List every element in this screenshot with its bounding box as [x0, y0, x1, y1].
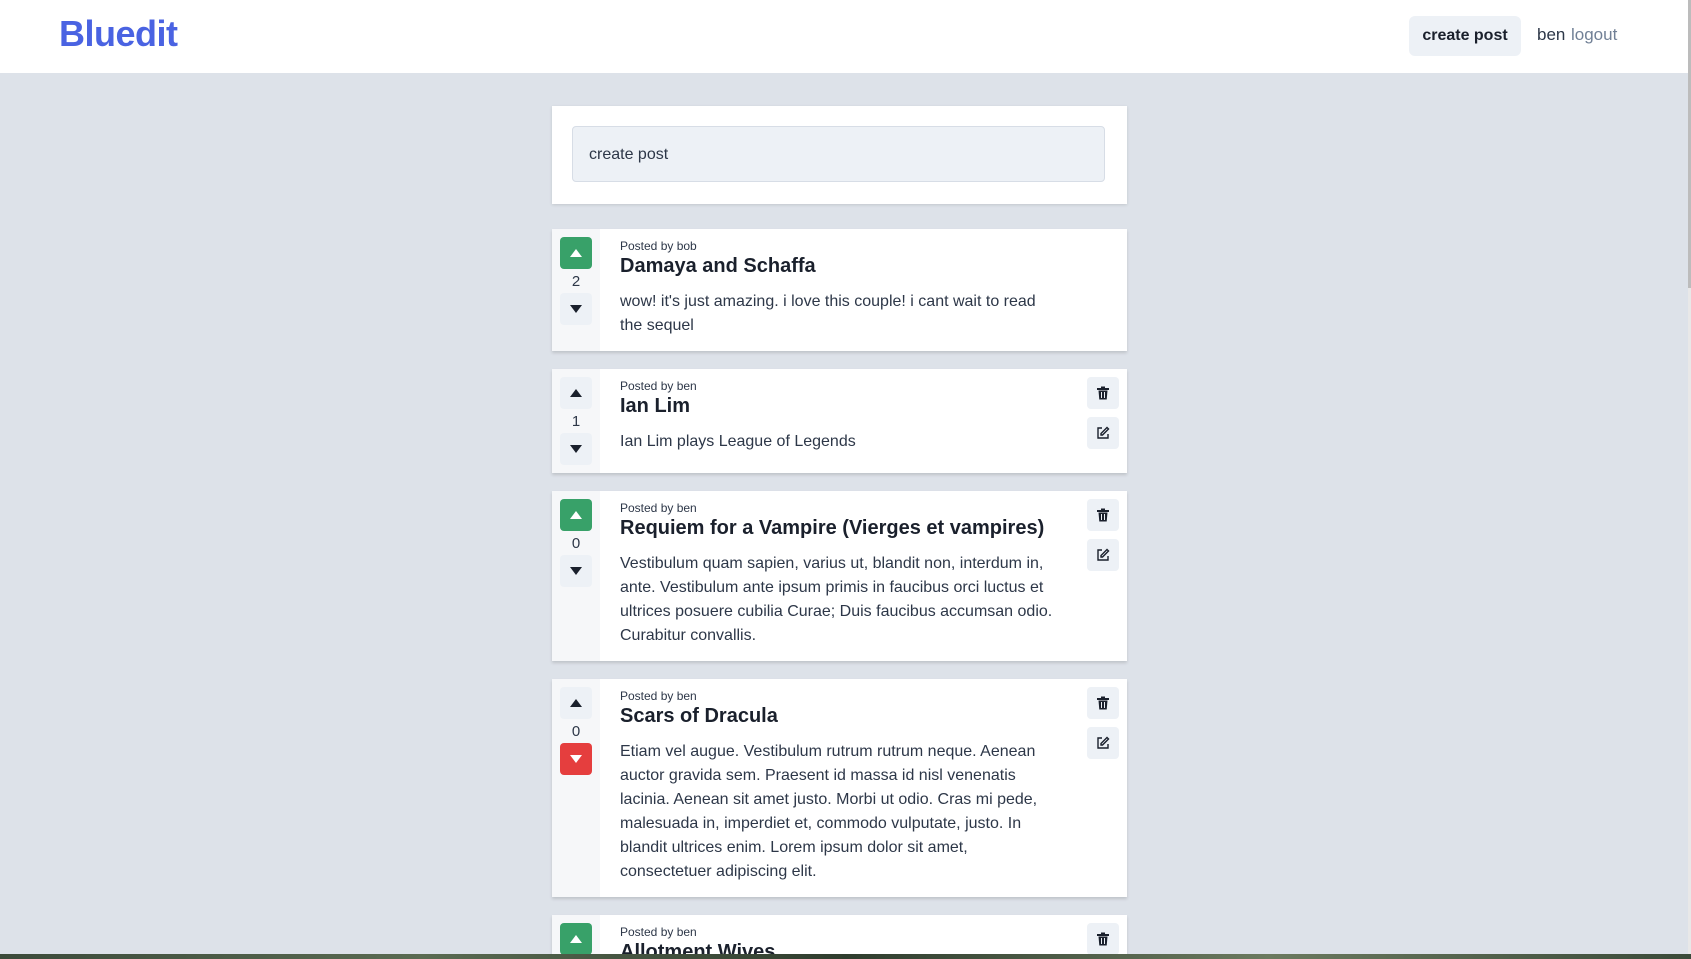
edit-icon [1097, 548, 1110, 561]
edit-icon [1097, 736, 1110, 749]
triangle-down-icon [570, 305, 582, 313]
post-body: Etiam vel augue. Vestibulum rutrum rutru… [620, 743, 1038, 880]
post-card: Posted by ben Allotment Wives [552, 915, 1127, 954]
edit-post-button[interactable] [1087, 417, 1119, 449]
taskbar-strip [0, 954, 1691, 959]
vote-column [552, 915, 600, 954]
post-card: 0 Posted by ben Scars of Dracula Etiam v… [552, 679, 1127, 897]
downvote-button[interactable] [560, 555, 592, 587]
post-byline: Posted by ben [620, 925, 697, 939]
vote-count: 2 [571, 273, 581, 290]
triangle-up-icon [570, 699, 582, 707]
post-card: 1 Posted by ben Ian Lim Ian Lim plays Le… [552, 369, 1127, 473]
vote-count: 1 [571, 413, 581, 430]
edit-icon [1097, 426, 1110, 439]
post-content: Posted by ben Requiem for a Vampire (Vie… [620, 501, 1060, 648]
post-card: 0 Posted by ben Requiem for a Vampire (V… [552, 491, 1127, 661]
post-byline: Posted by ben [620, 501, 697, 515]
post-body: Vestibulum quam sapien, varius ut, bland… [620, 555, 1053, 644]
delete-post-button[interactable] [1087, 923, 1119, 954]
post-content: Posted by ben Allotment Wives [620, 925, 1060, 954]
downvote-button[interactable] [560, 743, 592, 775]
post-byline: Posted by bob [620, 239, 697, 253]
vote-count: 0 [571, 535, 581, 552]
delete-post-button[interactable] [1087, 687, 1119, 719]
downvote-button[interactable] [560, 433, 592, 465]
trash-icon [1097, 386, 1109, 400]
triangle-up-icon [570, 511, 582, 519]
vote-column: 0 [552, 491, 600, 661]
delete-post-button[interactable] [1087, 499, 1119, 531]
upvote-button[interactable] [560, 377, 592, 409]
post-title[interactable]: Scars of Dracula [620, 705, 1060, 728]
triangle-up-icon [570, 249, 582, 257]
app-logo[interactable]: Bluedit [59, 13, 178, 55]
vote-column: 2 [552, 229, 600, 351]
trash-icon [1097, 508, 1109, 522]
vote-count: 0 [571, 723, 581, 740]
create-post-button[interactable]: create post [1409, 16, 1521, 56]
triangle-down-icon [570, 755, 582, 763]
trash-icon [1097, 696, 1109, 710]
vote-column: 0 [552, 679, 600, 897]
create-post-card: create post [552, 106, 1127, 204]
triangle-up-icon [570, 935, 582, 943]
edit-post-button[interactable] [1087, 539, 1119, 571]
upvote-button[interactable] [560, 237, 592, 269]
delete-post-button[interactable] [1087, 377, 1119, 409]
post-title[interactable]: Ian Lim [620, 395, 1060, 418]
post-title[interactable]: Damaya and Schaffa [620, 255, 1060, 278]
post-byline: Posted by ben [620, 689, 697, 703]
upvote-button[interactable] [560, 923, 592, 954]
username-label: ben [1537, 25, 1566, 44]
post-content: Posted by ben Scars of Dracula Etiam vel… [620, 689, 1060, 884]
upvote-button[interactable] [560, 687, 592, 719]
post-body: wow! it's just amazing. i love this coup… [620, 293, 1036, 334]
triangle-up-icon [570, 389, 582, 397]
downvote-button[interactable] [560, 293, 592, 325]
post-title[interactable]: Allotment Wives [620, 941, 1060, 954]
vote-column: 1 [552, 369, 600, 473]
triangle-down-icon [570, 445, 582, 453]
post-body: Ian Lim plays League of Legends [620, 433, 856, 450]
top-navbar: Bluedit create post ben logout [0, 0, 1688, 73]
post-title[interactable]: Requiem for a Vampire (Vierges et vampir… [620, 517, 1060, 540]
logout-link[interactable]: logout [1571, 25, 1617, 45]
create-post-input[interactable]: create post [572, 126, 1105, 182]
triangle-down-icon [570, 567, 582, 575]
upvote-button[interactable] [560, 499, 592, 531]
post-content: Posted by bob Damaya and Schaffa wow! it… [620, 239, 1060, 338]
post-byline: Posted by ben [620, 379, 697, 393]
post-content: Posted by ben Ian Lim Ian Lim plays Leag… [620, 379, 1060, 454]
edit-post-button[interactable] [1087, 727, 1119, 759]
trash-icon [1097, 932, 1109, 946]
post-card: 2 Posted by bob Damaya and Schaffa wow! … [552, 229, 1127, 351]
